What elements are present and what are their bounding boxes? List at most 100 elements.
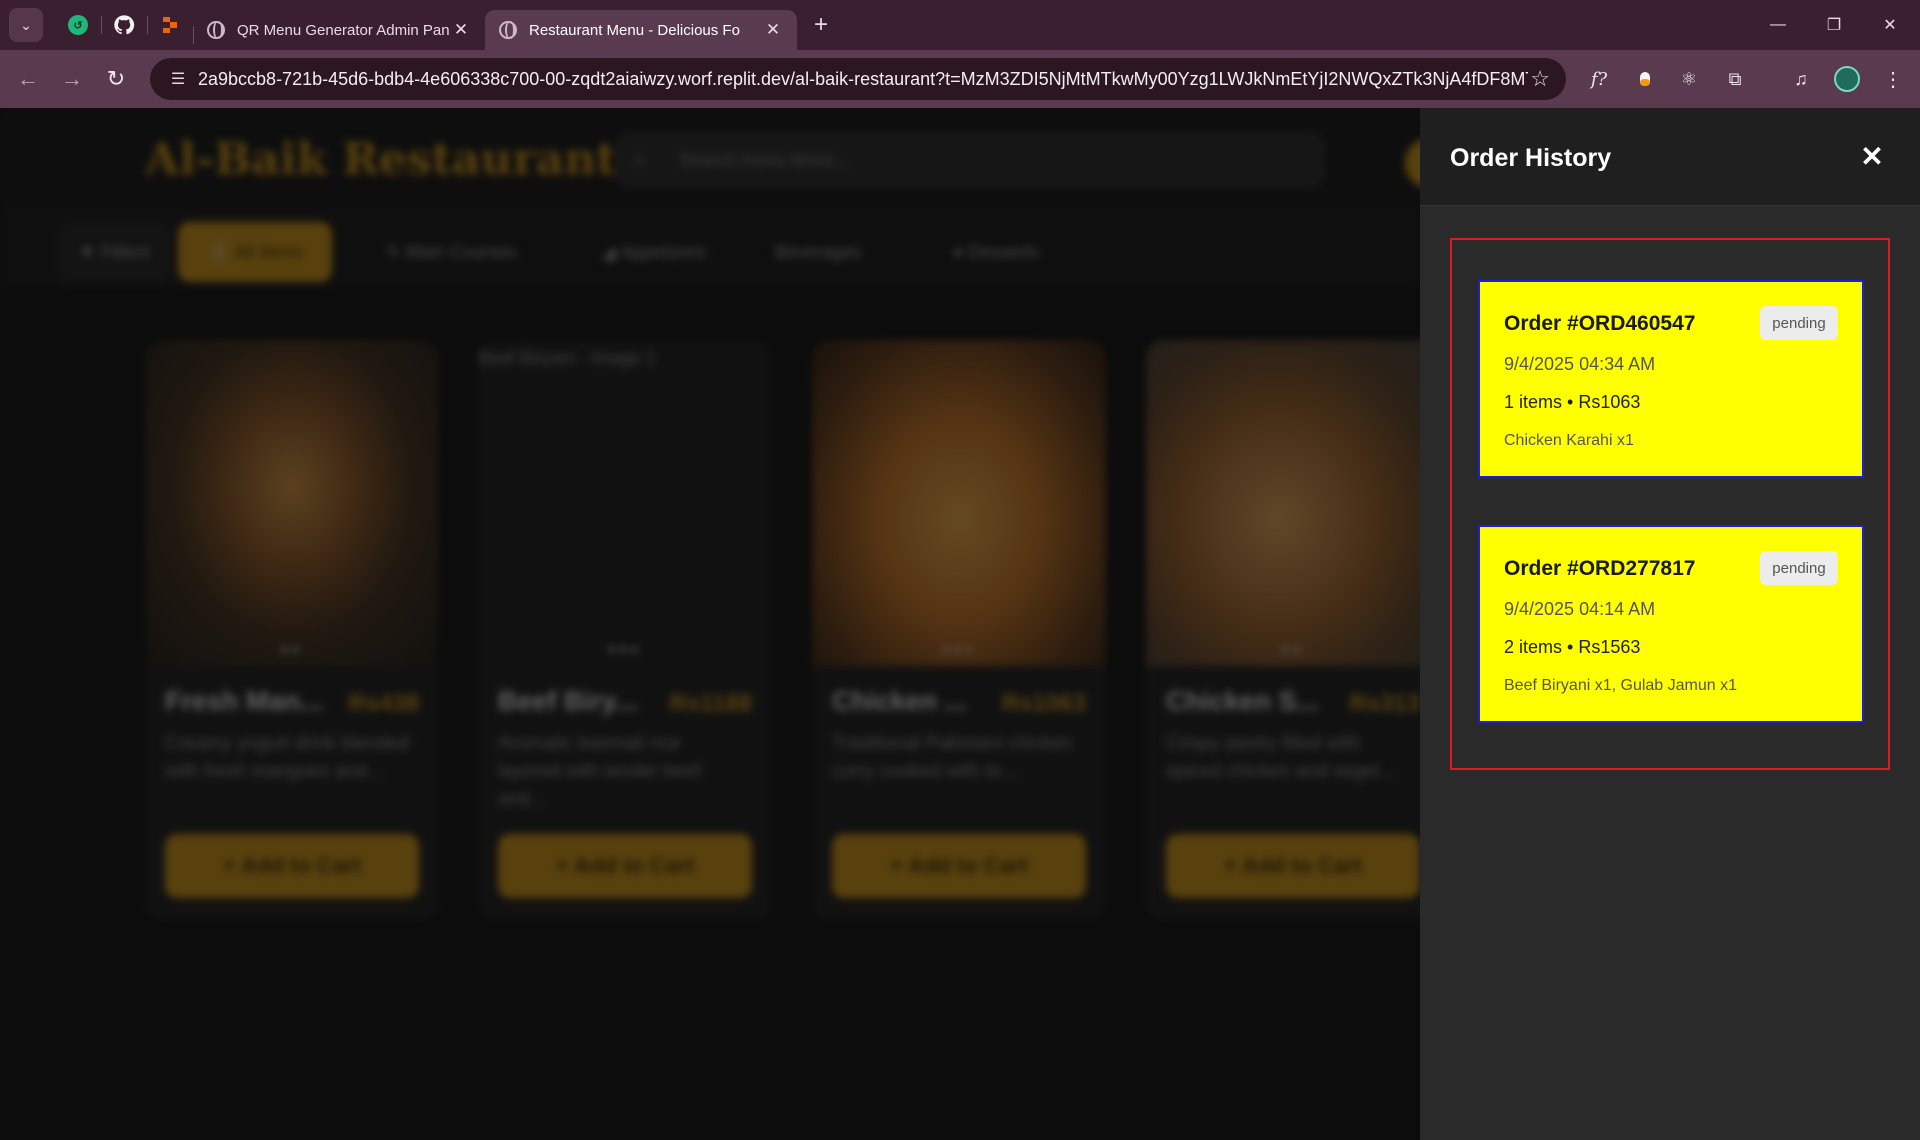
order-items: Chicken Karahi x1: [1504, 432, 1634, 449]
category-label: Beverages: [774, 241, 862, 262]
menu-item-image: ●●: [145, 340, 439, 666]
globe-icon: [499, 21, 517, 39]
orders-list: Order #ORD460547 pending 9/4/2025 04:34 …: [1450, 238, 1890, 770]
menu-item-price: Rs1188: [669, 690, 752, 717]
order-history-header: Order History ✕: [1420, 108, 1920, 206]
extensions-puzzle-icon[interactable]: ⧉: [1716, 60, 1754, 98]
order-items: Beef Biryani x1, Gulab Jamun x1: [1504, 677, 1738, 694]
category-beverages[interactable]: Beverages: [758, 222, 878, 282]
order-history-title: Order History: [1450, 144, 1612, 172]
replit-icon: [163, 17, 177, 33]
pinned-tab-1[interactable]: ↺: [55, 0, 101, 50]
order-summary: 1 items • Rs1063: [1504, 392, 1641, 412]
url-text[interactable]: 2a9bccb8-721b-45d6-bdb4-4e606338c700-00-…: [198, 69, 1528, 90]
menu-card[interactable]: ●●● Chicken ... Rs1063 Traditional Pakis…: [812, 340, 1106, 920]
extension-drop-icon[interactable]: [1626, 60, 1664, 98]
category-label: Desserts: [967, 241, 1039, 262]
category-label: Main Courses: [405, 241, 517, 262]
menu-item-name: Fresh Man...: [165, 686, 323, 716]
reload-button[interactable]: ↻: [94, 57, 138, 101]
menu-item-description: Crispy pastry filled with spiced chicken…: [1166, 733, 1396, 782]
image-alt-text: Beef Biryani - Image 1: [478, 348, 657, 368]
extension-favicon-icon: ↺: [68, 15, 88, 35]
address-bar[interactable]: ☰ 2a9bccb8-721b-45d6-bdb4-4e606338c700-0…: [150, 58, 1566, 100]
menu-item-name: Beef Biry...: [498, 686, 638, 716]
close-tab-icon[interactable]: ✕: [451, 20, 471, 40]
search-icon: ⌕: [634, 148, 646, 171]
menu-item-image: Beef Biryani - Image 1 ●●●: [478, 340, 772, 666]
menu-card[interactable]: ●● Fresh Man... Rs438 Creamy yogurt drin…: [145, 340, 439, 920]
menu-card[interactable]: ●● Chicken S... Rs313 Crispy pastry fill…: [1146, 340, 1420, 920]
tab-search-button[interactable]: ⌄: [9, 8, 43, 42]
media-controls-icon[interactable]: ♫: [1782, 60, 1820, 98]
site-header: Al-Baik Restaurant ⌕ Search menu items..…: [0, 108, 1420, 208]
add-to-cart-button[interactable]: + Add to Cart: [498, 834, 752, 898]
restore-button[interactable]: ❐: [1806, 0, 1862, 50]
close-panel-button[interactable]: ✕: [1854, 138, 1890, 174]
image-carousel-dots[interactable]: ●●●: [942, 642, 976, 656]
drumstick-icon: ✎: [385, 241, 406, 262]
menu-item-price: Rs438: [348, 690, 419, 717]
add-to-cart-button[interactable]: + Add to Cart: [1166, 834, 1420, 898]
category-bar: ▼ Filters 🍴 All Items ✎ Main Courses ◢ A…: [0, 208, 1420, 288]
order-history-panel: Order History ✕ Order #ORD460547 pending…: [1420, 108, 1920, 1140]
menu-item-description: Traditional Pakistani chicken curry cook…: [832, 733, 1073, 782]
menu-card[interactable]: Beef Biryani - Image 1 ●●● Beef Biry... …: [478, 340, 772, 920]
bookmark-star-icon[interactable]: ☆: [1530, 66, 1550, 92]
category-label: Appetizers: [620, 241, 706, 262]
add-to-cart-button[interactable]: + Add to Cart: [832, 834, 1086, 898]
restaurant-brand: Al-Baik Restaurant: [145, 134, 617, 185]
category-all-items[interactable]: 🍴 All Items: [178, 222, 332, 282]
cart-button[interactable]: [1405, 138, 1420, 188]
close-window-button[interactable]: ✕: [1862, 0, 1918, 50]
browser-menu-icon[interactable]: ⋮: [1874, 60, 1912, 98]
menu-item-name: Chicken S...: [1166, 686, 1320, 716]
react-devtools-icon[interactable]: ⚛: [1670, 60, 1708, 98]
tab-title: QR Menu Generator Admin Pan: [237, 21, 450, 39]
utensils-icon: 🍴: [206, 241, 235, 262]
forward-button[interactable]: →: [50, 57, 94, 101]
blurred-page-content: Al-Baik Restaurant ⌕ Search menu items..…: [0, 108, 1420, 1140]
new-tab-button[interactable]: +: [801, 5, 841, 45]
order-summary: 2 items • Rs1563: [1504, 637, 1641, 657]
category-appetizers[interactable]: ◢ Appetizers: [574, 222, 734, 282]
tab-restaurant-menu[interactable]: Restaurant Menu - Delicious Fo ✕: [485, 10, 797, 50]
status-badge: pending: [1760, 306, 1838, 340]
image-carousel-dots[interactable]: ●●: [281, 642, 304, 656]
image-carousel-dots[interactable]: ●●: [1282, 642, 1305, 656]
globe-icon: [207, 21, 225, 39]
browser-tab-strip: ⌄ ↺ QR Menu Generator Admin Pan ✕ Restau…: [0, 0, 1920, 50]
pinned-tab-replit[interactable]: [147, 0, 193, 50]
add-to-cart-button[interactable]: + Add to Cart: [165, 834, 419, 898]
site-info-icon[interactable]: ☰: [158, 69, 198, 89]
filters-label: Filters: [100, 241, 150, 262]
filter-icon: ▼: [78, 241, 101, 262]
filters-button[interactable]: ▼ Filters: [58, 222, 170, 282]
close-tab-icon[interactable]: ✕: [763, 20, 783, 40]
menu-item-price: Rs313: [1349, 690, 1420, 717]
order-card[interactable]: Order #ORD277817 pending 9/4/2025 04:14 …: [1478, 525, 1864, 723]
image-carousel-dots[interactable]: ●●●: [608, 642, 642, 656]
menu-item-price: Rs1063: [1001, 690, 1086, 717]
order-datetime: 9/4/2025 04:34 AM: [1504, 354, 1656, 374]
ice-cream-icon: ♦: [953, 241, 968, 262]
browser-toolbar: ← → ↻ ☰ 2a9bccb8-721b-45d6-bdb4-4e606338…: [0, 50, 1920, 108]
minimize-button[interactable]: —: [1750, 0, 1806, 50]
order-id: Order #ORD460547: [1504, 312, 1696, 335]
github-icon: [114, 15, 135, 35]
category-main-courses[interactable]: ✎ Main Courses: [366, 222, 536, 282]
font-extension-icon[interactable]: f?: [1580, 60, 1618, 98]
order-id: Order #ORD277817: [1504, 557, 1696, 580]
search-placeholder: Search menu items...: [679, 149, 850, 170]
profile-avatar-icon[interactable]: [1828, 60, 1866, 98]
tab-title: Restaurant Menu - Delicious Fo: [529, 21, 740, 39]
order-card[interactable]: Order #ORD460547 pending 9/4/2025 04:34 …: [1478, 280, 1864, 478]
category-desserts[interactable]: ♦ Desserts: [926, 222, 1066, 282]
tab-qr-admin[interactable]: QR Menu Generator Admin Pan ✕: [193, 10, 485, 50]
menu-search-input[interactable]: ⌕ Search menu items...: [615, 132, 1325, 188]
pinned-tab-github[interactable]: [101, 0, 147, 50]
back-button[interactable]: ←: [6, 57, 50, 101]
order-datetime: 9/4/2025 04:14 AM: [1504, 599, 1656, 619]
category-label: All Items: [234, 241, 304, 262]
appetizer-icon: ◢: [602, 241, 621, 262]
